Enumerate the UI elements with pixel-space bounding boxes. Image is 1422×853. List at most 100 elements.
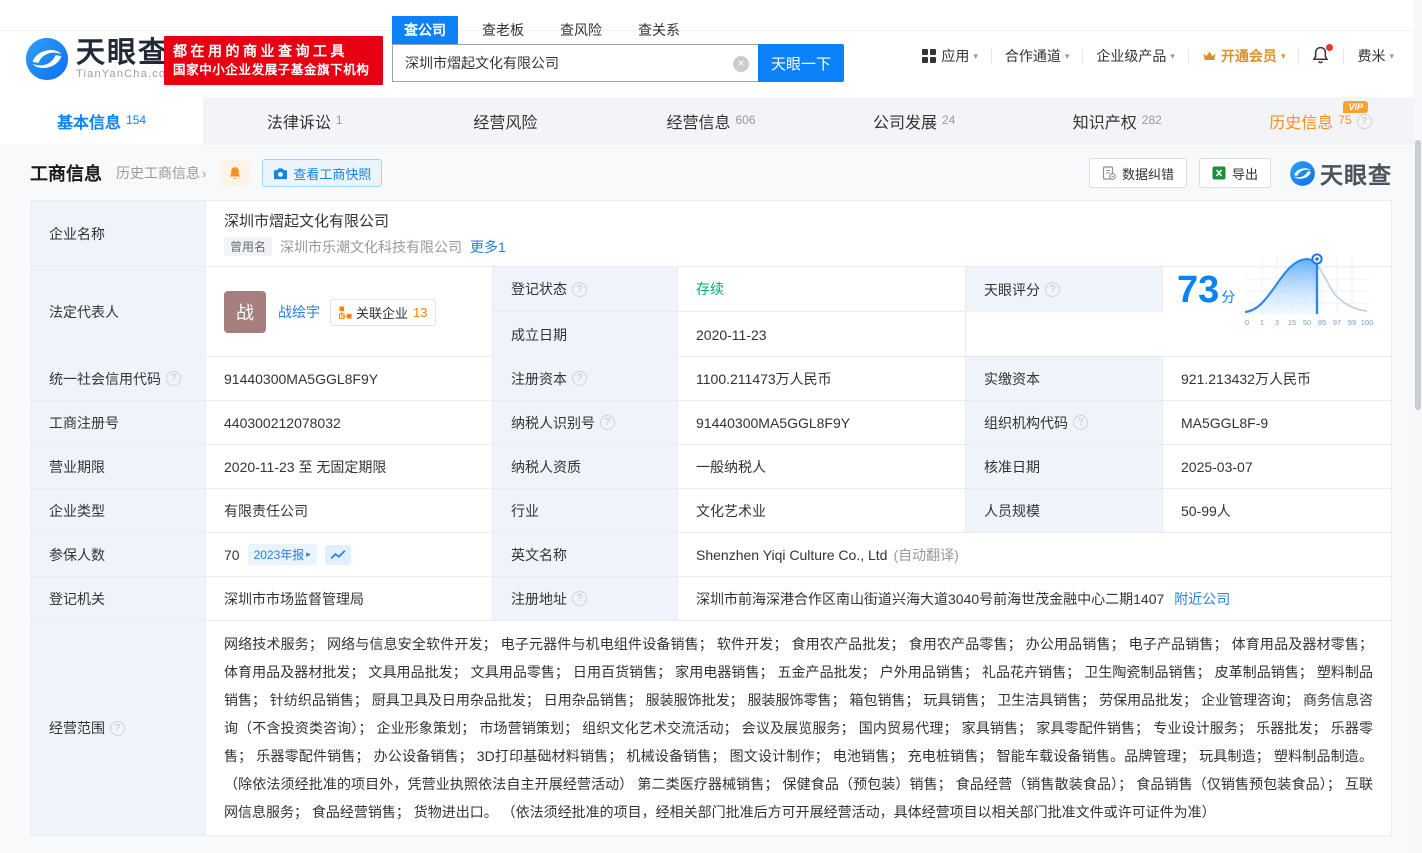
auto-translate-note: (自动翻译)	[893, 545, 958, 565]
table-row: 登记机关 深圳市市场监督管理局 注册地址? 深圳市前海深港合作区南山街道兴海大道…	[31, 577, 1391, 621]
company-type-value: 有限责任公司	[206, 489, 493, 532]
scrollbar-thumb[interactable]	[1415, 140, 1421, 410]
content: 工商信息 历史工商信息› 查看工商快照	[0, 145, 1422, 853]
former-name: 深圳市乐潮文化科技有限公司	[280, 237, 462, 257]
help-icon[interactable]: ?	[1357, 114, 1372, 129]
tianyancha-logo[interactable]: 天眼查 TianYanCha.com	[24, 36, 177, 82]
logo-brand: 天眼查	[76, 38, 177, 68]
table-row: 经营范围? 网络技术服务； 网络与信息安全软件开发； 电子元器件与机电组件设备销…	[31, 621, 1391, 835]
tab-company-development[interactable]: 公司发展 24	[813, 97, 1016, 145]
more-former-names-link[interactable]: 更多1	[470, 237, 506, 257]
help-icon[interactable]: ?	[572, 591, 587, 606]
svg-text:1: 1	[1260, 318, 1264, 327]
chevron-right-icon: ›	[202, 166, 206, 181]
tianyancha-logo-icon	[1289, 160, 1316, 187]
score-cell[interactable]: 73 分	[1163, 267, 1391, 312]
monitor-bell-button[interactable]	[220, 160, 250, 186]
tab-operating-risk[interactable]: 经营风险	[406, 97, 609, 145]
chevron-down-icon: ▾	[1281, 51, 1286, 62]
related-companies-badge[interactable]: 关联企业 13	[330, 299, 436, 326]
help-icon[interactable]: ?	[572, 371, 587, 386]
nav-enterprise[interactable]: 企业级产品 ▾	[1096, 46, 1175, 66]
company-name-cell: 深圳市熠起文化有限公司 曾用名 深圳市乐潮文化科技有限公司 更多1	[206, 201, 1391, 266]
org-chart-icon	[339, 306, 352, 319]
notification-bell[interactable]	[1312, 46, 1330, 66]
watermark-brand: 天眼查	[1320, 156, 1392, 190]
tab-business-info[interactable]: 经营信息 606	[609, 97, 812, 145]
english-name-cell: Shenzhen Yiqi Culture Co., Ltd (自动翻译)	[678, 533, 1391, 576]
search-tab-relation[interactable]: 查关系	[626, 16, 692, 44]
reg-number-value: 440300212078032	[206, 401, 493, 444]
english-name-label: 英文名称	[493, 533, 678, 576]
search-tab-boss[interactable]: 查老板	[470, 16, 536, 44]
annual-report-badge[interactable]: 2023年报 ▸	[248, 544, 317, 565]
company-name-label: 企业名称	[31, 201, 206, 266]
tianyancha-logo-icon	[24, 36, 70, 82]
tab-intellectual-property[interactable]: 知识产权 282	[1016, 97, 1219, 145]
data-correction-button[interactable]: 数据纠错	[1089, 158, 1187, 188]
tab-history-info[interactable]: VIP 历史信息 75 ?	[1219, 97, 1422, 145]
history-business-info-link[interactable]: 历史工商信息›	[116, 163, 206, 183]
table-row: 营业期限 2020-11-23 至 无固定期限 纳税人资质 一般纳税人 核准日期…	[31, 445, 1391, 489]
search-tab-company[interactable]: 查公司	[392, 16, 458, 44]
help-icon[interactable]: ?	[110, 721, 125, 736]
nav-user-label: 费米	[1357, 46, 1385, 66]
search-input[interactable]	[393, 45, 758, 81]
nearby-companies-link[interactable]: 附近公司	[1174, 589, 1230, 609]
excel-icon	[1212, 166, 1226, 180]
reg-address-label: 注册地址?	[493, 577, 678, 620]
reg-authority-label: 登记机关	[31, 577, 206, 620]
nav-vip-label: 开通会员	[1221, 46, 1277, 66]
logo-text: 天眼查 TianYanCha.com	[76, 38, 177, 81]
nav-apps[interactable]: 应用 ▾	[922, 46, 978, 66]
business-info-table: 企业名称 深圳市熠起文化有限公司 曾用名 深圳市乐潮文化科技有限公司 更多1 法…	[30, 200, 1392, 836]
crown-icon	[1202, 50, 1217, 62]
nav-partner[interactable]: 合作通道 ▾	[1005, 46, 1070, 66]
help-icon[interactable]: ?	[1073, 415, 1088, 430]
nav-user[interactable]: 费米 ▾	[1357, 46, 1394, 66]
former-name-badge: 曾用名	[224, 237, 272, 256]
approval-date-label: 核准日期	[966, 445, 1163, 488]
nav-divider	[991, 49, 992, 64]
bell-icon	[228, 166, 242, 181]
legal-rep-avatar[interactable]: 战	[224, 291, 266, 333]
trend-chart-icon	[329, 549, 347, 561]
legal-rep-label: 法定代表人	[31, 267, 206, 357]
view-business-snapshot-button[interactable]: 查看工商快照	[262, 159, 382, 187]
nav-divider	[1343, 49, 1344, 64]
score-distribution-chart: 0 1 3 15 50 85 97 99 100	[1241, 251, 1373, 329]
help-icon[interactable]: ?	[166, 371, 181, 386]
business-term-value: 2020-11-23 至 无固定期限	[206, 445, 493, 488]
help-icon[interactable]: ?	[600, 415, 615, 430]
vip-badge: VIP	[1343, 101, 1368, 113]
help-icon[interactable]: ?	[1045, 282, 1060, 297]
export-button[interactable]: 导出	[1199, 158, 1271, 188]
search-tab-risk[interactable]: 查风险	[548, 16, 614, 44]
promo-banner: 都在用的商业查询工具 国家中小企业发展子基金旗下机构	[164, 36, 383, 85]
reg-address: 深圳市前海深港合作区南山街道兴海大道3040号前海世茂金融中心二期1407	[696, 589, 1164, 609]
svg-text:50: 50	[1303, 318, 1311, 327]
table-row: 企业名称 深圳市熠起文化有限公司 曾用名 深圳市乐潮文化科技有限公司 更多1	[31, 201, 1391, 267]
taxpayer-id-value: 91440300MA5GGL8F9Y	[678, 401, 966, 444]
nav-divider	[1298, 49, 1299, 64]
search-button[interactable]: 天眼一下	[758, 44, 844, 82]
clear-icon[interactable]: ×	[733, 56, 749, 72]
paid-capital-value: 921.213432万人民币	[1163, 357, 1391, 400]
insured-count: 70	[224, 547, 240, 563]
svg-text:99: 99	[1348, 318, 1356, 327]
svg-text:85: 85	[1318, 318, 1326, 327]
svg-text:15: 15	[1288, 318, 1296, 327]
tab-basic-info[interactable]: 基本信息 154	[0, 97, 203, 145]
establish-date-value: 2020-11-23	[678, 312, 966, 357]
section-header: 工商信息 历史工商信息› 查看工商快照	[30, 152, 1392, 194]
page: 天眼查 TianYanCha.com 都在用的商业查询工具 国家中小企业发展子基…	[0, 0, 1422, 853]
user-nav: 应用 ▾ 合作通道 ▾ 企业级产品 ▾ 开通会员 ▾	[922, 46, 1394, 66]
paid-capital-label: 实缴资本	[966, 357, 1163, 400]
insured-trend-button[interactable]	[325, 545, 351, 565]
help-icon[interactable]: ?	[572, 282, 587, 297]
nav-open-vip[interactable]: 开通会员 ▾	[1202, 46, 1286, 66]
legal-rep-name-link[interactable]: 战绘宇	[278, 302, 320, 322]
tab-legal-cases[interactable]: 法律诉讼 1	[203, 97, 406, 145]
chevron-down-icon: ▾	[973, 51, 978, 62]
promo-line-2: 国家中小企业发展子基金旗下机构	[173, 61, 374, 80]
